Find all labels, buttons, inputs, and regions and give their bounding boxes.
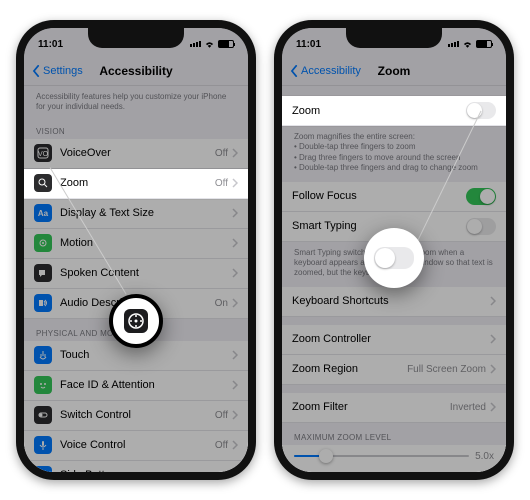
slider-header: MAXIMUM ZOOM LEVEL [282, 423, 506, 445]
battery-icon [218, 40, 234, 48]
section-header-vision: VISION [24, 117, 248, 139]
signal-icon [448, 41, 459, 47]
row-label: Zoom [292, 105, 466, 117]
nav-bar: Settings Accessibility [24, 56, 248, 86]
motion-icon [34, 234, 52, 252]
row-label: VoiceOver [60, 147, 215, 159]
touch-icon [34, 346, 52, 364]
chevron-right-icon [490, 334, 496, 344]
row-label: Keyboard Shortcuts [292, 295, 490, 307]
display-icon: Aa [34, 204, 52, 222]
row-motion[interactable]: Motion [24, 229, 248, 259]
audio-descriptions-icon [34, 294, 52, 312]
chevron-right-icon [232, 208, 238, 218]
row-side-button[interactable]: Side Button [24, 461, 248, 472]
page-title: Accessibility [99, 64, 172, 78]
chevron-left-icon [32, 65, 41, 77]
wifi-icon [462, 40, 473, 49]
svg-text:VO: VO [38, 151, 49, 158]
row-label: Smart Typing [292, 220, 466, 232]
chevron-right-icon [490, 402, 496, 412]
smart-typing-toggle[interactable] [466, 218, 496, 235]
row-zoom-toggle[interactable]: Zoom [282, 96, 506, 126]
row-switch-control[interactable]: Switch Control Off [24, 401, 248, 431]
zoom-description: Zoom magnifies the entire screen: • Doub… [282, 126, 506, 178]
chevron-right-icon [232, 410, 238, 420]
chevron-right-icon [232, 268, 238, 278]
chevron-right-icon [232, 298, 238, 308]
callout-toggle [364, 228, 424, 288]
row-label: Spoken Content [60, 267, 232, 279]
row-label: Switch Control [60, 409, 215, 421]
chevron-left-icon [290, 65, 299, 77]
row-value: Off [215, 148, 228, 159]
row-voice-control[interactable]: Voice Control Off [24, 431, 248, 461]
back-label: Accessibility [301, 65, 361, 77]
notch [88, 28, 184, 48]
row-faceid[interactable]: Face ID & Attention [24, 371, 248, 401]
phone-right: 11:01 Accessibility Zoom Zoom Zoom magni… [274, 20, 514, 480]
row-value: On [215, 298, 228, 309]
row-spoken-content[interactable]: Spoken Content [24, 259, 248, 289]
callout-zoom-icon [109, 294, 163, 348]
chevron-right-icon [232, 380, 238, 390]
row-display-text-size[interactable]: Aa Display & Text Size [24, 199, 248, 229]
row-value: Inverted [450, 402, 486, 413]
switch-control-icon [34, 406, 52, 424]
faceid-icon [34, 376, 52, 394]
row-value: Off [215, 440, 228, 451]
chevron-right-icon [232, 238, 238, 248]
chevron-right-icon [232, 148, 238, 158]
row-zoom-filter[interactable]: Zoom Filter Inverted [282, 393, 506, 423]
row-zoom[interactable]: Zoom Off [24, 169, 248, 199]
nav-bar: Accessibility Zoom [282, 56, 506, 86]
slider-value: 5.0x [475, 451, 494, 462]
svg-text:Aa: Aa [38, 209, 49, 218]
notch [346, 28, 442, 48]
row-label: Side Button [60, 469, 232, 472]
row-value: Off [215, 178, 228, 189]
signal-icon [190, 41, 201, 47]
chevron-right-icon [490, 364, 496, 374]
voiceover-icon: VO [34, 144, 52, 162]
row-follow-focus[interactable]: Follow Focus [282, 182, 506, 212]
row-label: Touch [60, 349, 232, 361]
side-button-icon [34, 466, 52, 472]
row-keyboard-shortcuts[interactable]: Keyboard Shortcuts [282, 287, 506, 317]
row-label: Zoom Controller [292, 333, 490, 345]
status-time: 11:01 [38, 39, 63, 50]
row-value: Off [215, 410, 228, 421]
row-value: Full Screen Zoom [407, 364, 486, 375]
back-button[interactable]: Settings [32, 65, 83, 77]
row-label: Voice Control [60, 439, 215, 451]
wifi-icon [204, 40, 215, 49]
chevron-right-icon [232, 350, 238, 360]
chevron-right-icon [232, 470, 238, 472]
voice-control-icon [34, 436, 52, 454]
chevron-right-icon [490, 296, 496, 306]
battery-icon [476, 40, 492, 48]
status-time: 11:01 [296, 39, 321, 50]
intro-text: Accessibility features help you customiz… [24, 86, 248, 117]
row-label: Face ID & Attention [60, 379, 232, 391]
phone-left: 11:01 Settings Accessibility Accessibili… [16, 20, 256, 480]
row-label: Display & Text Size [60, 207, 232, 219]
back-button[interactable]: Accessibility [290, 65, 361, 77]
chevron-right-icon [232, 440, 238, 450]
zoom-level-slider[interactable] [294, 455, 469, 457]
row-zoom-controller[interactable]: Zoom Controller [282, 325, 506, 355]
row-label: Zoom [60, 177, 215, 189]
chevron-right-icon [232, 178, 238, 188]
row-voiceover[interactable]: VO VoiceOver Off [24, 139, 248, 169]
page-title: Zoom [378, 64, 411, 78]
spoken-content-icon [34, 264, 52, 282]
back-label: Settings [43, 65, 83, 77]
zoom-slider-row: 5.0x [282, 445, 506, 472]
follow-focus-toggle[interactable] [466, 188, 496, 205]
row-label: Zoom Region [292, 363, 407, 375]
row-label: Motion [60, 237, 232, 249]
zoom-icon [34, 174, 52, 192]
row-label: Zoom Filter [292, 401, 450, 413]
row-zoom-region[interactable]: Zoom Region Full Screen Zoom [282, 355, 506, 385]
